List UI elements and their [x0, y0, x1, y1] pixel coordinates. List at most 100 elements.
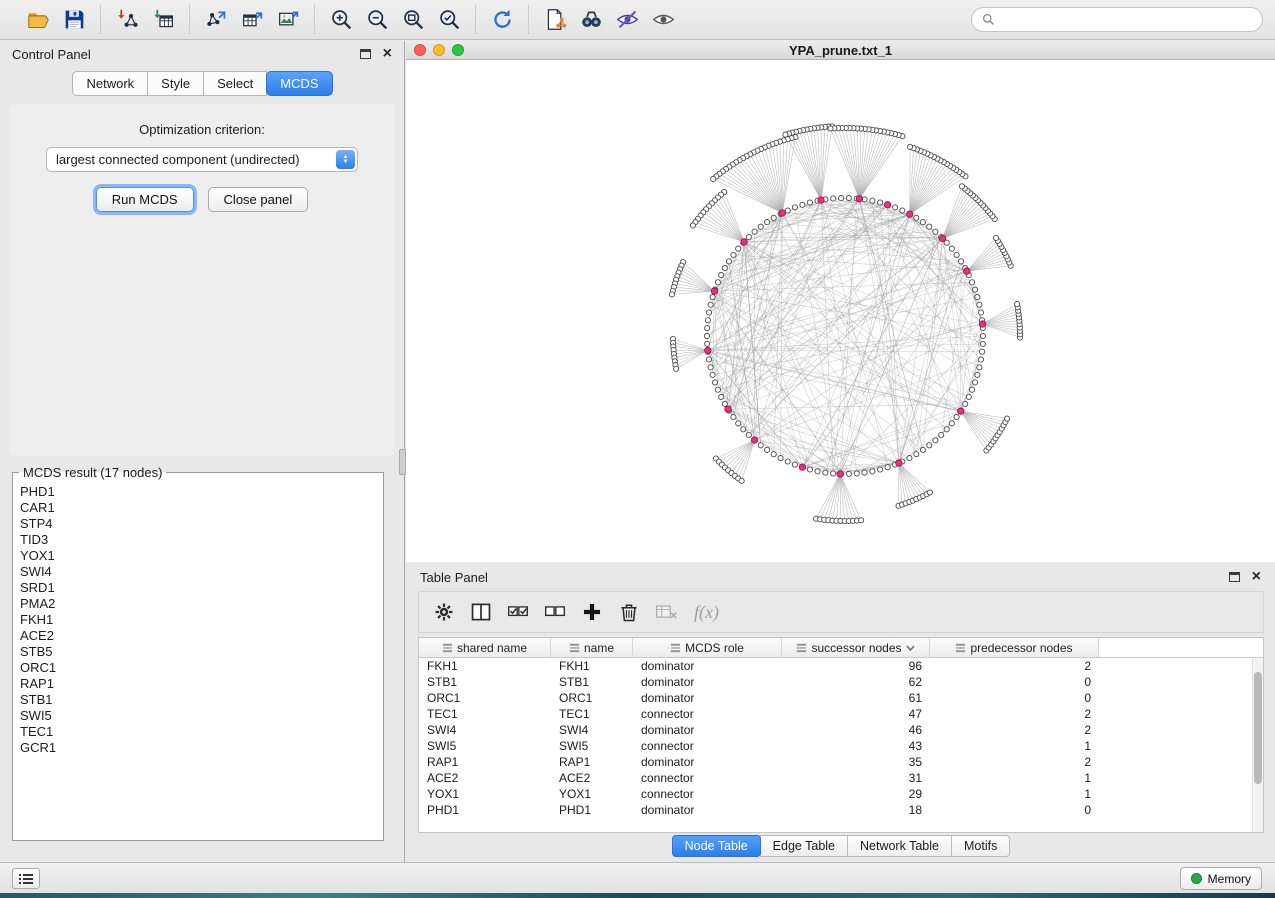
- status-menu-button[interactable]: [12, 868, 40, 889]
- column-header-MCDS-role[interactable]: MCDS role: [633, 638, 782, 657]
- cell-MCDS-role[interactable]: dominator: [633, 803, 782, 817]
- search-box[interactable]: [971, 7, 1263, 32]
- cell-successor-nodes[interactable]: 29: [782, 787, 930, 801]
- import-table-button[interactable]: [146, 5, 180, 35]
- mcds-result-item[interactable]: PHD1: [20, 484, 381, 500]
- mcds-result-item[interactable]: SWI4: [20, 564, 381, 580]
- cell-successor-nodes[interactable]: 62: [782, 675, 930, 689]
- mcds-result-item[interactable]: STB5: [20, 644, 381, 660]
- cell-MCDS-role[interactable]: connector: [633, 787, 782, 801]
- cell-shared-name[interactable]: TEC1: [419, 707, 551, 721]
- cell-predecessor-nodes[interactable]: 1: [930, 787, 1099, 801]
- cell-name[interactable]: YOX1: [551, 787, 633, 801]
- tab-motifs[interactable]: Motifs: [951, 835, 1010, 857]
- tab-network-table[interactable]: Network Table: [847, 835, 952, 857]
- network-canvas[interactable]: [406, 60, 1275, 562]
- panel-resize-handle[interactable]: [399, 449, 406, 475]
- cell-successor-nodes[interactable]: 46: [782, 723, 930, 737]
- mcds-result-item[interactable]: SWI5: [20, 708, 381, 724]
- settings-button[interactable]: [429, 597, 459, 627]
- cell-MCDS-role[interactable]: connector: [633, 771, 782, 785]
- cell-MCDS-role[interactable]: dominator: [633, 755, 782, 769]
- cell-shared-name[interactable]: SWI4: [419, 723, 551, 737]
- float-panel-icon[interactable]: [360, 49, 371, 59]
- tab-mcds[interactable]: MCDS: [266, 71, 332, 96]
- cell-shared-name[interactable]: FKH1: [419, 659, 551, 673]
- close-panel-button[interactable]: Close panel: [208, 187, 309, 212]
- mcds-result-item[interactable]: GCR1: [20, 740, 381, 756]
- cell-successor-nodes[interactable]: 35: [782, 755, 930, 769]
- mcds-result-item[interactable]: ORC1: [20, 660, 381, 676]
- cell-MCDS-role[interactable]: dominator: [633, 659, 782, 673]
- column-header-predecessor-nodes[interactable]: predecessor nodes: [930, 638, 1099, 657]
- cell-shared-name[interactable]: STB1: [419, 675, 551, 689]
- zoom-out-button[interactable]: [360, 5, 394, 35]
- import-network-button[interactable]: [110, 5, 144, 35]
- cell-MCDS-role[interactable]: connector: [633, 707, 782, 721]
- cell-name[interactable]: PHD1: [551, 803, 633, 817]
- cell-MCDS-role[interactable]: dominator: [633, 723, 782, 737]
- mcds-result-item[interactable]: STP4: [20, 516, 381, 532]
- refresh-button[interactable]: [485, 5, 519, 35]
- cell-predecessor-nodes[interactable]: 2: [930, 755, 1099, 769]
- export-network-button[interactable]: [199, 5, 233, 35]
- cell-predecessor-nodes[interactable]: 2: [930, 659, 1099, 673]
- function-builder-button[interactable]: f(x): [694, 602, 719, 623]
- show-all-button[interactable]: [646, 5, 680, 35]
- cell-shared-name[interactable]: ORC1: [419, 691, 551, 705]
- cell-predecessor-nodes[interactable]: 0: [930, 803, 1099, 817]
- close-window-button[interactable]: [414, 44, 426, 56]
- cell-shared-name[interactable]: ACE2: [419, 771, 551, 785]
- criterion-dropdown[interactable]: largest connected component (undirected)…: [46, 147, 358, 172]
- tab-network[interactable]: Network: [72, 71, 148, 96]
- cell-MCDS-role[interactable]: dominator: [633, 691, 782, 705]
- mcds-result-item[interactable]: RAP1: [20, 676, 381, 692]
- network-from-selection-button[interactable]: [538, 5, 572, 35]
- cell-shared-name[interactable]: RAP1: [419, 755, 551, 769]
- column-header-successor-nodes[interactable]: successor nodes: [782, 638, 930, 657]
- cell-shared-name[interactable]: PHD1: [419, 803, 551, 817]
- close-table-panel-icon[interactable]: ×: [1252, 569, 1261, 585]
- network-graph[interactable]: [406, 60, 1275, 562]
- cell-name[interactable]: STB1: [551, 675, 633, 689]
- cell-successor-nodes[interactable]: 96: [782, 659, 930, 673]
- column-header-shared-name[interactable]: shared name: [419, 638, 551, 657]
- cell-name[interactable]: RAP1: [551, 755, 633, 769]
- tab-node-table[interactable]: Node Table: [672, 835, 761, 857]
- select-all-button[interactable]: [503, 597, 533, 627]
- mcds-result-item[interactable]: ACE2: [20, 628, 381, 644]
- cell-predecessor-nodes[interactable]: 1: [930, 771, 1099, 785]
- column-header-name[interactable]: name: [551, 638, 633, 657]
- cell-name[interactable]: ORC1: [551, 691, 633, 705]
- add-column-button[interactable]: [577, 597, 607, 627]
- cell-successor-nodes[interactable]: 61: [782, 691, 930, 705]
- deselect-all-button[interactable]: [540, 597, 570, 627]
- cell-predecessor-nodes[interactable]: 1: [930, 739, 1099, 753]
- cell-successor-nodes[interactable]: 43: [782, 739, 930, 753]
- cell-shared-name[interactable]: YOX1: [419, 787, 551, 801]
- mcds-result-item[interactable]: CAR1: [20, 500, 381, 516]
- tab-edge-table[interactable]: Edge Table: [760, 835, 848, 857]
- show-columns-button[interactable]: [466, 597, 496, 627]
- cell-MCDS-role[interactable]: dominator: [633, 675, 782, 689]
- mcds-result-item[interactable]: TEC1: [20, 724, 381, 740]
- cell-successor-nodes[interactable]: 18: [782, 803, 930, 817]
- maximize-window-button[interactable]: [452, 44, 464, 56]
- mcds-result-item[interactable]: TID3: [20, 532, 381, 548]
- cell-successor-nodes[interactable]: 47: [782, 707, 930, 721]
- scrollbar-thumb[interactable]: [1254, 672, 1262, 784]
- zoom-in-button[interactable]: [324, 5, 358, 35]
- hide-selected-button[interactable]: [610, 5, 644, 35]
- cell-name[interactable]: SWI5: [551, 739, 633, 753]
- memory-button[interactable]: Memory: [1180, 867, 1262, 890]
- find-button[interactable]: [574, 5, 608, 35]
- delete-table-button[interactable]: [651, 597, 681, 627]
- minimize-window-button[interactable]: [433, 44, 445, 56]
- cell-successor-nodes[interactable]: 31: [782, 771, 930, 785]
- cell-predecessor-nodes[interactable]: 0: [930, 675, 1099, 689]
- run-mcds-button[interactable]: Run MCDS: [96, 187, 194, 212]
- cell-name[interactable]: ACE2: [551, 771, 633, 785]
- mcds-result-item[interactable]: YOX1: [20, 548, 381, 564]
- open-file-button[interactable]: [21, 5, 55, 35]
- tab-select[interactable]: Select: [203, 71, 267, 96]
